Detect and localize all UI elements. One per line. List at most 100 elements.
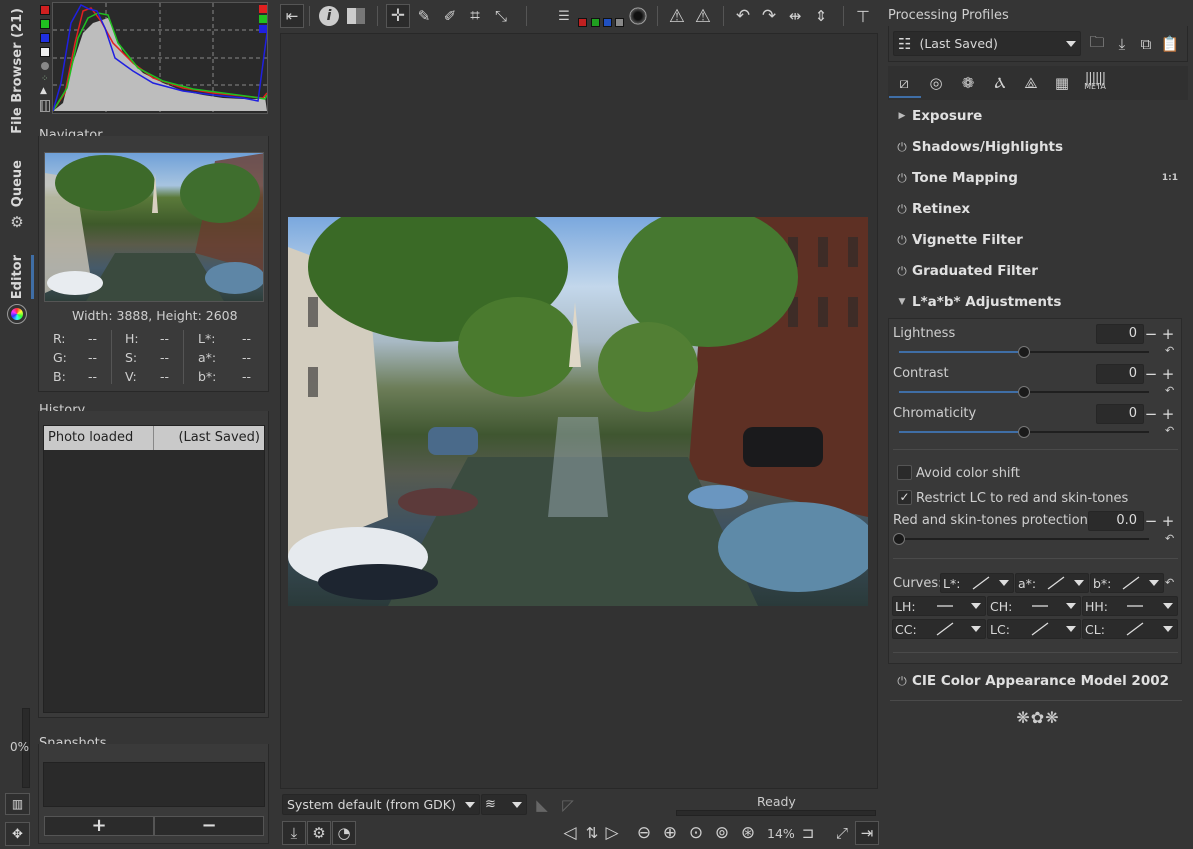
curve-lh-button[interactable]: LH:: [892, 596, 986, 616]
protection-knob[interactable]: [893, 533, 905, 545]
chromaticity-knob[interactable]: [1018, 426, 1030, 438]
chromaticity-minus[interactable]: −: [1144, 405, 1158, 423]
protection-track[interactable]: [899, 538, 1149, 540]
main-photo[interactable]: [288, 217, 868, 606]
protection-value[interactable]: 0.0: [1088, 511, 1144, 531]
zoom-100-icon[interactable]: ⊛: [736, 821, 760, 845]
power-icon[interactable]: ⏻: [892, 233, 912, 248]
histogram-blue-toggle[interactable]: [40, 33, 50, 43]
monitor-profile-select[interactable]: System default (from GDK): [282, 794, 480, 815]
zoom-fit-icon[interactable]: ⊙: [684, 821, 708, 845]
color-picker-icon[interactable]: ✐: [438, 4, 462, 28]
curve-cc-button[interactable]: CC:: [892, 619, 986, 639]
protection-minus[interactable]: −: [1144, 512, 1158, 530]
crop-icon[interactable]: ⌗: [463, 4, 487, 28]
lightness-minus[interactable]: −: [1144, 325, 1158, 343]
history-row[interactable]: Photo loaded (Last Saved): [44, 426, 264, 450]
tool-shadows-highlights[interactable]: ⏻ Shadows/Highlights: [889, 133, 1189, 161]
tab-editor[interactable]: Editor: [0, 255, 34, 335]
histogram-clip-blue[interactable]: [259, 25, 267, 33]
tool-vignette[interactable]: ⏻ Vignette Filter: [889, 226, 1189, 254]
curve-ch-button[interactable]: CH:: [987, 596, 1081, 616]
snapshot-remove-button[interactable]: −: [154, 816, 264, 836]
histogram-bar-toggle[interactable]: [40, 100, 50, 112]
paste-profile-icon[interactable]: 📋: [1158, 32, 1182, 56]
protection-plus[interactable]: +: [1161, 512, 1175, 530]
external-editor-icon[interactable]: ◔: [332, 821, 356, 845]
tool-tone-mapping[interactable]: ⏻ Tone Mapping 1:1: [889, 164, 1189, 192]
histogram-red-toggle[interactable]: [40, 5, 50, 15]
tool-lab[interactable]: ▼ L*a*b* Adjustments: [889, 288, 1189, 316]
profile-select[interactable]: ☷ (Last Saved): [893, 31, 1081, 56]
hide-left-panel-icon[interactable]: ⇤: [280, 4, 304, 28]
before-after-icon[interactable]: [344, 4, 368, 28]
next-image-icon[interactable]: ▷: [600, 821, 624, 845]
shadow-clipping-warning-icon[interactable]: ⚠: [665, 4, 689, 28]
contrast-knob[interactable]: [1018, 386, 1030, 398]
power-icon[interactable]: ⏻: [892, 171, 912, 186]
tool-exposure[interactable]: ▶ Exposure: [889, 102, 1189, 130]
info-icon[interactable]: i: [317, 4, 341, 28]
gamut-check-icon[interactable]: ◸: [556, 793, 580, 817]
curve-a-button[interactable]: a*:: [1015, 573, 1089, 593]
preview-green-icon[interactable]: [591, 18, 600, 27]
load-profile-icon[interactable]: 🗀: [1085, 32, 1109, 56]
tab-exposure-icon[interactable]: ⧄: [892, 71, 916, 95]
new-detail-window-icon[interactable]: ⊐: [796, 821, 820, 845]
lightness-knob[interactable]: [1018, 346, 1030, 358]
chromaticity-plus[interactable]: +: [1161, 405, 1175, 423]
filmstrip-toggle-icon[interactable]: ▥: [5, 793, 30, 815]
histogram-green-toggle[interactable]: [40, 19, 50, 29]
tab-transform-icon[interactable]: ⟁: [1019, 71, 1043, 95]
preview-blue-icon[interactable]: [603, 18, 612, 27]
curve-l-button[interactable]: L*:: [940, 573, 1014, 593]
snapshots-list[interactable]: [43, 762, 265, 807]
preview-luminance-icon[interactable]: [615, 18, 624, 27]
curve-hh-button[interactable]: HH:: [1082, 596, 1178, 616]
hide-top-panel-icon[interactable]: ⊤: [851, 4, 875, 28]
tab-color-icon[interactable]: ❁: [956, 71, 980, 95]
straighten-icon[interactable]: ⤡: [489, 4, 513, 28]
zoom-out-icon[interactable]: ⊖: [632, 821, 656, 845]
history-list[interactable]: [43, 425, 265, 713]
contrast-minus[interactable]: −: [1144, 365, 1158, 383]
lightness-plus[interactable]: +: [1161, 325, 1175, 343]
restrict-lc-checkbox[interactable]: ✓: [897, 490, 912, 505]
lightness-value[interactable]: 0: [1096, 324, 1144, 344]
histogram-luminance-toggle[interactable]: [40, 47, 50, 57]
reset-icon[interactable]: ↶: [1165, 384, 1174, 397]
reset-icon[interactable]: ↶: [1165, 576, 1174, 589]
tool-graduated[interactable]: ⏻ Graduated Filter: [889, 257, 1189, 285]
power-icon[interactable]: ⏻: [892, 202, 912, 217]
previous-image-icon[interactable]: ◁: [558, 821, 582, 845]
soft-proof-icon[interactable]: ◣: [530, 793, 554, 817]
rotate-right-icon[interactable]: ↷: [757, 4, 781, 28]
reset-icon[interactable]: ↶: [1165, 532, 1174, 545]
move-icon[interactable]: ✥: [5, 822, 30, 846]
rotate-left-icon[interactable]: ↶: [731, 4, 755, 28]
zoom-fit-crop-icon[interactable]: ⊚: [710, 821, 734, 845]
histogram-chroma-toggle[interactable]: [41, 62, 49, 70]
hide-right-panel-icon[interactable]: ⇥: [855, 821, 879, 845]
contrast-plus[interactable]: +: [1161, 365, 1175, 383]
reset-icon[interactable]: ↶: [1165, 424, 1174, 437]
reset-icon[interactable]: ↶: [1165, 344, 1174, 357]
tool-ciecam[interactable]: ⏻ CIE Color Appearance Model 2002: [889, 667, 1189, 695]
tab-detail-icon[interactable]: ◎: [924, 71, 948, 95]
curve-b-button[interactable]: b*:: [1090, 573, 1164, 593]
histogram-raw-toggle[interactable]: ⁘: [41, 74, 49, 84]
histogram-clip-green[interactable]: [259, 15, 267, 23]
preview-red-icon[interactable]: [578, 18, 587, 27]
copy-profile-icon[interactable]: ⧉: [1134, 32, 1158, 56]
navigator-preview[interactable]: [44, 152, 264, 302]
tab-advanced-icon[interactable]: Ⲁ: [988, 71, 1012, 95]
tab-file-browser[interactable]: File Browser (21): [0, 4, 34, 134]
zoom-in-icon[interactable]: ⊕: [658, 821, 682, 845]
fullscreen-icon[interactable]: ⤢: [830, 821, 854, 845]
snapshot-add-button[interactable]: +: [44, 816, 154, 836]
curve-cl-button[interactable]: CL:: [1082, 619, 1178, 639]
tab-queue[interactable]: Queue ⚙: [0, 160, 34, 242]
highlight-clipping-warning-icon[interactable]: ⚠: [691, 4, 715, 28]
white-balance-picker-icon[interactable]: ✎: [412, 4, 436, 28]
rendering-intent-select[interactable]: ≋: [481, 794, 527, 815]
